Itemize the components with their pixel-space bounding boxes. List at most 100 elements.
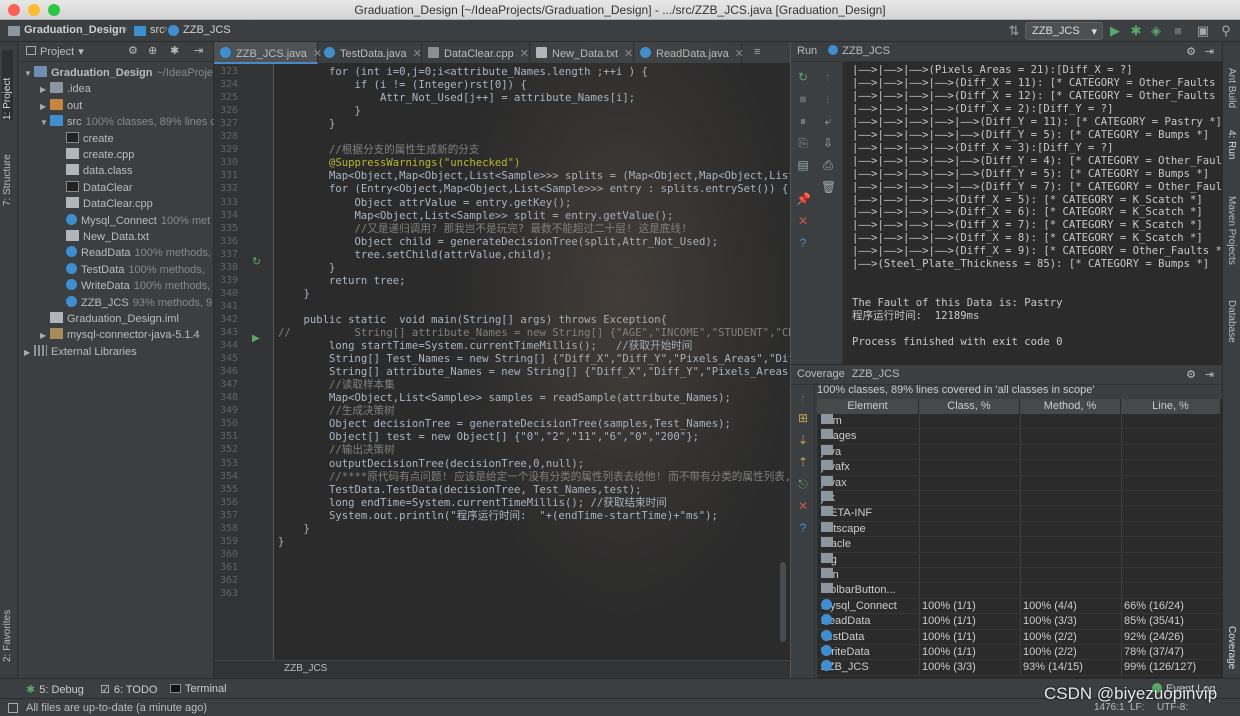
code-line[interactable]: //生成决策树 <box>278 405 395 418</box>
code-line[interactable]: TestData.TestData(decisionTree, Test_Nam… <box>278 484 642 497</box>
tree-item[interactable]: ZZB_JCS 93% methods, 9 <box>56 295 212 311</box>
close-icon[interactable]: ✕ <box>624 48 633 60</box>
code-line[interactable]: //输出决策树 <box>278 444 395 457</box>
expanded-arrow-icon[interactable]: ▼ <box>40 115 50 131</box>
tree-item[interactable]: data.class <box>56 163 133 179</box>
table-row[interactable]: jdk <box>817 491 1221 507</box>
debug-icon[interactable]: ✱ <box>1128 23 1144 39</box>
tab-maven-projects[interactable]: Maven Projects <box>1226 196 1237 265</box>
tab-terminal[interactable]: Terminal <box>170 683 227 695</box>
tab-debug[interactable]: ✱ 5: Debug <box>26 683 84 696</box>
code-line[interactable]: } <box>278 536 284 549</box>
scroll-to-end-icon[interactable]: ⇩ <box>821 136 835 150</box>
tree-item[interactable]: ▶ mysql-connector-java-5.1.4 <box>40 327 200 343</box>
tab-new-data-txt[interactable]: New_Data.txt ✕ <box>530 42 634 64</box>
code-line[interactable]: //根据分支的属性生成新的分支 <box>278 144 479 157</box>
table-row[interactable]: org <box>817 552 1221 568</box>
tab-favorites[interactable]: 2: Favorites <box>2 592 13 662</box>
code-line[interactable]: long endTime=System.currentTimeMillis();… <box>278 497 667 510</box>
code-line[interactable]: } <box>278 118 335 131</box>
export-icon[interactable]: ⎋ <box>796 477 810 491</box>
print-icon[interactable]: ⎙ <box>821 158 835 172</box>
column-header-class[interactable]: Class, % <box>919 399 1020 414</box>
tree-item[interactable]: DataClear <box>56 180 133 196</box>
code-line[interactable]: Object attrValue = entry.getKey(); <box>278 197 572 210</box>
table-row[interactable]: netscape <box>817 521 1221 538</box>
tree-item[interactable]: WriteData 100% methods, <box>56 278 210 294</box>
code-line[interactable]: outputDecisionTree(decisionTree,0,null); <box>278 458 584 471</box>
breadcrumb-project[interactable]: Graduation_Design <box>24 24 125 36</box>
code-line[interactable]: Map<Object,List<Sample>> split = entry.g… <box>278 210 674 223</box>
code-line[interactable]: for (int i=0,j=0;i<attribute_Names.lengt… <box>278 66 648 79</box>
code-line[interactable]: return tree; <box>278 275 406 288</box>
code-line[interactable]: // String[] attribute_Names = new String… <box>278 327 790 340</box>
tab-coverage[interactable]: Coverage <box>1226 626 1237 669</box>
hide-panel-icon[interactable]: ⇥ <box>1205 45 1214 58</box>
editor-scrollbar[interactable] <box>780 562 786 642</box>
search-icon[interactable]: ⚲ <box>1218 23 1234 39</box>
table-row[interactable]: oracle <box>817 537 1221 553</box>
tree-item[interactable]: Mysql_Connect 100% met <box>56 213 210 229</box>
tab-testdata-java[interactable]: TestData.java ✕ <box>318 42 422 64</box>
table-row[interactable]: com <box>817 414 1221 430</box>
autoscroll-from-source-icon[interactable]: ⇡ <box>796 455 810 469</box>
scroll-from-source-icon[interactable]: ⊕ <box>148 44 157 57</box>
coverage-config-tab[interactable]: ZZB_JCS <box>852 368 900 380</box>
tree-item[interactable]: ▼ Graduation_Design ~/IdeaProje <box>24 65 213 81</box>
project-structure-icon[interactable]: ▣ <box>1195 23 1211 39</box>
code-line[interactable]: String[] attribute_Names = new String[] … <box>278 366 790 379</box>
rerun-icon[interactable]: ↻ <box>796 70 810 84</box>
tab-todo[interactable]: ☑ 6: TODO <box>100 683 157 696</box>
breadcrumb-class[interactable]: ZZB_JCS <box>183 24 231 36</box>
project-panel-title[interactable]: Project <box>40 46 74 58</box>
tab-readdata-java[interactable]: ReadData.java ✕ <box>634 42 744 64</box>
chevron-down-icon[interactable]: ▾ <box>78 46 84 58</box>
code-line[interactable]: long startTime=System.currentTimeMillis(… <box>278 340 692 353</box>
table-row[interactable]: WriteData 100% (1/1) 100% (2/2) 78% (37/47) <box>817 645 1221 661</box>
tree-item[interactable]: ReadData 100% methods, <box>56 245 211 261</box>
code-line[interactable]: Map<Object,List<Sample>> samples = readS… <box>278 392 731 405</box>
column-header-line[interactable]: Line, % <box>1121 399 1221 414</box>
tree-item[interactable]: ▼ src 100% classes, 89% lines c <box>40 114 216 130</box>
close-icon[interactable]: ✕ <box>735 48 744 60</box>
table-row[interactable]: ReadData 100% (1/1) 100% (3/3) 85% (35/41) <box>817 614 1221 630</box>
gear-icon[interactable]: ⚙ <box>1186 45 1196 58</box>
dump-threads-icon[interactable]: ⎘ <box>796 136 810 150</box>
column-header-method[interactable]: Method, % <box>1020 399 1121 414</box>
code-line[interactable]: } <box>278 105 361 118</box>
expanded-arrow-icon[interactable]: ▼ <box>24 66 34 82</box>
tree-item[interactable]: ▶ External Libraries <box>24 344 137 360</box>
soft-wrap-icon[interactable]: ⤶ <box>821 114 835 128</box>
table-row[interactable]: images <box>817 429 1221 445</box>
close-icon[interactable]: ✕ <box>796 499 810 513</box>
code-line[interactable]: Object decisionTree = generateDecisionTr… <box>278 418 731 431</box>
code-line[interactable]: //又是递归调用? 那我岂不是玩完? 最数不能超过二十层! 这是底线! <box>278 223 688 236</box>
tree-item[interactable]: ▶ out <box>40 98 82 114</box>
gear-icon[interactable]: ⚙ <box>1186 368 1196 381</box>
tab-ant-build[interactable]: Ant Build <box>1226 68 1237 108</box>
build-icon[interactable]: ⇅ <box>1006 23 1022 39</box>
code-line[interactable]: String[] Test_Names = new String[] {"Dif… <box>278 353 790 366</box>
gear-icon[interactable]: ⚙ <box>128 44 138 57</box>
tab-project[interactable]: 1: Project <box>2 50 13 120</box>
up-icon[interactable]: ↑ <box>796 391 810 405</box>
run-config-tab[interactable]: ZZB_JCS <box>842 45 890 57</box>
pause-icon[interactable]: ⏸ <box>796 114 810 128</box>
tab-run[interactable]: 4: Run <box>1226 130 1237 159</box>
code-line[interactable]: if (i != (Integer)rst[0]) { <box>278 79 527 92</box>
tree-item[interactable]: create.cpp <box>56 147 134 163</box>
pin-icon[interactable]: 📌 <box>796 192 811 206</box>
autoscroll-to-source-icon[interactable]: ⇣ <box>796 433 810 447</box>
tree-item[interactable]: DataClear.cpp <box>56 196 153 212</box>
stop-icon[interactable]: ■ <box>1170 23 1186 39</box>
tab-zzb-jcs-java[interactable]: ZZB_JCS.java ✕ <box>214 42 322 64</box>
tab-dataclear-cpp[interactable]: DataClear.cpp ✕ <box>422 42 530 64</box>
tree-item[interactable]: create <box>56 131 114 147</box>
code-line[interactable]: Attr_Not_Used[j++] = attribute_Names[i]; <box>278 92 635 105</box>
code-line[interactable]: System.out.println("程序运行时间: "+(endTime-s… <box>278 510 718 523</box>
run-icon[interactable]: ▶ <box>1107 23 1123 39</box>
tab-database[interactable]: Database <box>1226 300 1237 343</box>
table-row[interactable]: META-INF <box>817 506 1221 522</box>
tree-item[interactable]: Graduation_Design.iml <box>40 311 179 327</box>
hide-panel-icon[interactable]: ⇥ <box>1205 368 1214 381</box>
